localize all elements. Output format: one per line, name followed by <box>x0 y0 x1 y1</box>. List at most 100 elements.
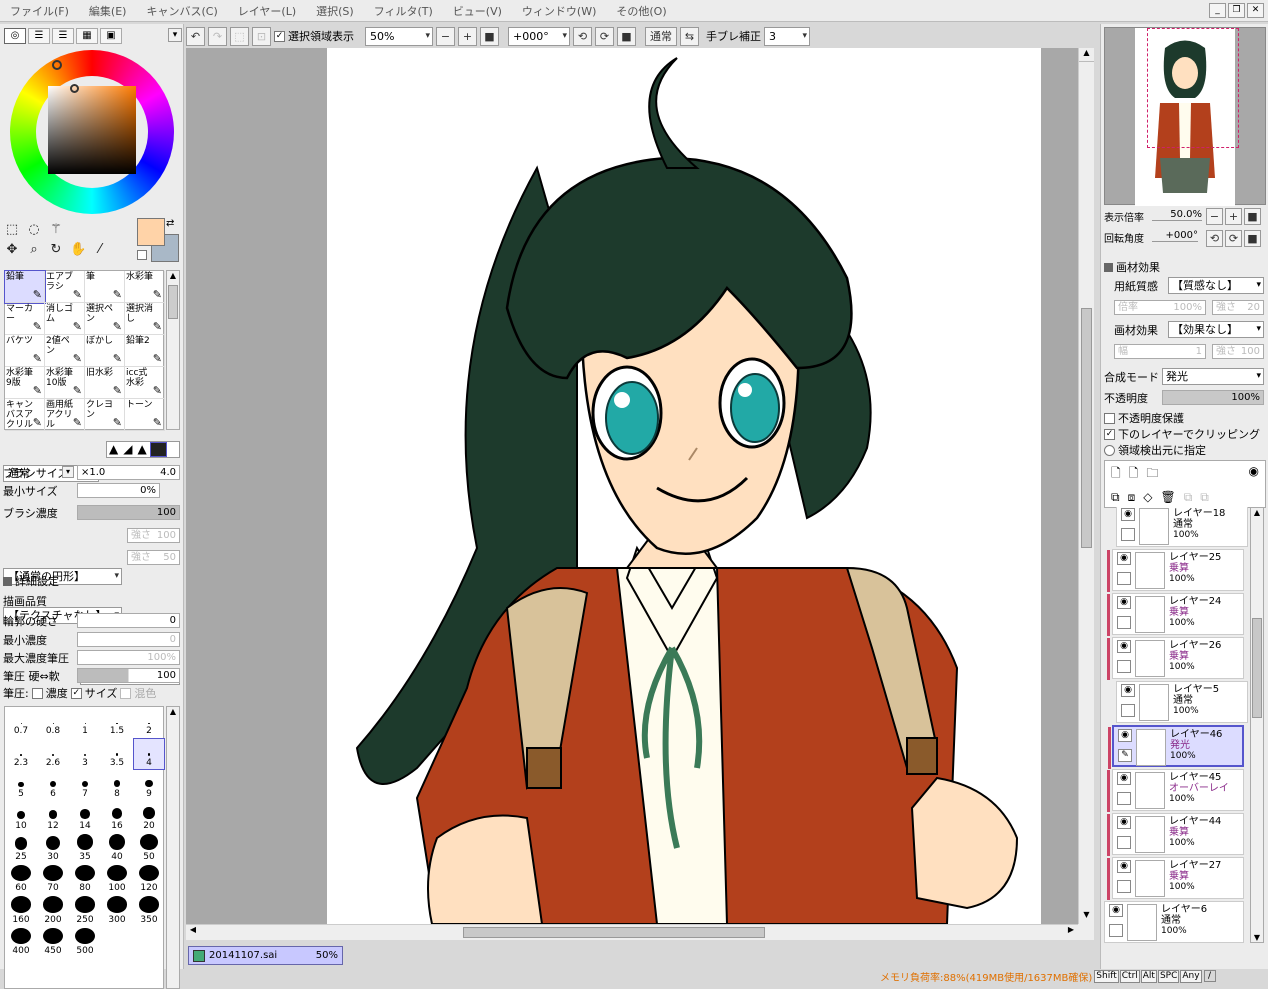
brush-tool-14[interactable]: 旧水彩 ✎ <box>85 367 125 399</box>
size-preset-11[interactable]: 6 <box>37 770 69 801</box>
rotation-select[interactable]: +000° <box>508 26 570 46</box>
menu-item-1[interactable]: 編集(E) <box>79 3 137 19</box>
detection-source-radio[interactable] <box>1104 444 1115 456</box>
new-folder-icon[interactable]: 🗀 <box>1146 464 1158 485</box>
magic-wand-icon[interactable]: ⚚ <box>48 222 64 238</box>
menu-item-7[interactable]: ウィンドウ(W) <box>512 3 606 19</box>
eye-icon[interactable]: ◉ <box>1121 684 1135 697</box>
layer-item[interactable]: ◉ レイヤー25 乗算 100% <box>1107 549 1244 592</box>
swap-colors-icon[interactable]: ⇄ <box>166 218 174 229</box>
canvas-area[interactable] <box>186 48 1078 924</box>
size-preset-35[interactable]: 400 <box>5 927 37 958</box>
nav-rotate-value[interactable]: +000° <box>1152 230 1198 242</box>
brush-tool-8[interactable]: バケツ ✎ <box>5 335 45 367</box>
brush-tool-0[interactable]: 鉛筆 ✎ <box>4 270 46 304</box>
hue-cursor[interactable] <box>52 60 62 70</box>
size-preset-7[interactable]: 3 <box>69 738 101 769</box>
brush-tool-16[interactable]: キャンバスアクリル ✎ <box>5 399 45 431</box>
size-preset-32[interactable]: 250 <box>69 895 101 926</box>
brush-tool-10[interactable]: ぼかし ✎ <box>85 335 125 367</box>
canvas-horizontal-scrollbar[interactable]: ◀ ▶ <box>186 924 1078 940</box>
brush-tool-4[interactable]: マーカー ✎ <box>5 303 45 335</box>
brush-tool-15[interactable]: icc式水彩 ✎ <box>125 367 165 399</box>
color-wheel-tab[interactable]: ◎ <box>4 28 26 44</box>
shape-soft-icon[interactable]: ▲ <box>135 442 148 457</box>
brush-grid-scrollbar[interactable]: ▲ <box>166 270 180 430</box>
minimize-button[interactable]: _ <box>1209 3 1226 18</box>
layer-item[interactable]: ◉ レイヤー5 通常 100% <box>1116 681 1248 723</box>
redo-button[interactable]: ↷ <box>208 26 227 46</box>
zoom-icon[interactable]: ⌕ <box>26 242 42 258</box>
layer-item[interactable]: ◉ レイヤー26 乗算 100% <box>1107 637 1244 680</box>
texture-strength-slider[interactable]: 強さ 50 <box>127 550 180 565</box>
nav-rotate-right-button[interactable]: ⟳ <box>1225 230 1242 247</box>
navigator-viewport[interactable] <box>1147 28 1239 148</box>
size-preset-36[interactable]: 450 <box>37 927 69 958</box>
stabilizer-select[interactable]: 3 <box>764 26 810 46</box>
protect-opacity-checkbox[interactable] <box>1104 412 1115 424</box>
eye-icon[interactable]: ◉ <box>1117 596 1131 609</box>
edge-slider[interactable]: 0 <box>77 613 180 628</box>
detail-header[interactable]: 詳細設定 <box>3 572 59 590</box>
size-preset-5[interactable]: 2.3 <box>5 738 37 769</box>
move-icon[interactable]: ✥ <box>4 242 20 258</box>
material-header[interactable]: 画材効果 <box>1104 259 1160 275</box>
brush-tool-9[interactable]: 2値ペン ✎ <box>45 335 85 367</box>
size-preset-31[interactable]: 200 <box>37 895 69 926</box>
size-preset-22[interactable]: 35 <box>69 833 101 864</box>
brush-size-mult-button[interactable]: ▾ <box>62 466 74 478</box>
menu-item-5[interactable]: フィルタ(T) <box>364 3 443 19</box>
size-preset-10[interactable]: 5 <box>5 770 37 801</box>
shape-flat-icon[interactable]: ■ <box>149 442 168 457</box>
lock-checkbox[interactable] <box>1117 880 1131 893</box>
effect-width-slider[interactable]: 幅 1 <box>1114 344 1206 359</box>
menu-item-4[interactable]: 選択(S) <box>306 3 364 19</box>
saturation-value-box[interactable] <box>48 86 136 174</box>
lock-checkbox[interactable] <box>1109 924 1123 937</box>
file-tab[interactable]: 20141107.sai 50% <box>188 946 343 965</box>
size-preset-34[interactable]: 350 <box>133 895 165 926</box>
layer-item[interactable]: ◉ レイヤー18 通常 100% <box>1116 507 1248 547</box>
lock-checkbox[interactable] <box>1117 572 1131 585</box>
nav-zoom-in-button[interactable]: + <box>1225 208 1242 225</box>
swatch-tab[interactable]: ▦ <box>76 28 98 44</box>
new-layer-icon[interactable]: 🗋 <box>1111 464 1121 485</box>
hsv-slider-tab[interactable]: ☰ <box>52 28 74 44</box>
layer-blend-select[interactable]: 発光 <box>1162 368 1264 385</box>
size-preset-25[interactable]: 60 <box>5 864 37 895</box>
eye-icon[interactable]: ◉ <box>1121 508 1135 521</box>
nav-zoom-out-button[interactable]: − <box>1206 208 1223 225</box>
brush-icon[interactable]: ✎ <box>1118 749 1132 762</box>
clear-layer-icon[interactable]: ◇ <box>1143 490 1152 505</box>
deselect-button[interactable]: ⬚ <box>230 26 249 46</box>
menu-item-3[interactable]: レイヤー(L) <box>228 3 306 19</box>
pressure-density-checkbox[interactable] <box>31 687 43 699</box>
brush-tool-5[interactable]: 消しゴム ✎ <box>45 303 85 335</box>
eye-icon[interactable]: ◉ <box>1117 772 1131 785</box>
brush-size-slider[interactable]: ×1.0 4.0 <box>77 465 180 480</box>
zoom-select[interactable]: 50% <box>365 26 433 46</box>
size-preset-16[interactable]: 12 <box>37 801 69 832</box>
lock-checkbox[interactable] <box>1117 660 1131 673</box>
foreground-color-swatch[interactable] <box>137 218 165 246</box>
brush-tool-19[interactable]: トーン ✎ <box>125 399 165 431</box>
size-preset-3[interactable]: 1.5 <box>101 707 133 738</box>
nav-zoom-value[interactable]: 50.0% <box>1152 209 1202 221</box>
min-size-slider[interactable]: 0% <box>77 483 160 498</box>
size-preset-4[interactable]: 2 <box>133 707 165 738</box>
size-preset-21[interactable]: 30 <box>37 833 69 864</box>
eye-icon[interactable]: ◉ <box>1117 816 1131 829</box>
brush-tool-7[interactable]: 選択消し ✎ <box>125 303 165 335</box>
restore-button[interactable]: ❐ <box>1228 3 1245 18</box>
min-density-slider[interactable]: 0 <box>77 632 180 647</box>
layer-item[interactable]: ◉ ✎ レイヤー46 発光 100% <box>1108 725 1244 769</box>
lock-checkbox[interactable] <box>1117 792 1131 805</box>
size-preset-19[interactable]: 20 <box>133 801 165 832</box>
layer-item[interactable]: ◉ レイヤー45 オーバーレイ 100% <box>1107 769 1244 812</box>
size-preset-20[interactable]: 25 <box>5 833 37 864</box>
menu-item-8[interactable]: その他(O) <box>606 3 676 19</box>
delete-mask-icon[interactable]: ⧉ <box>1200 490 1209 505</box>
size-preset-13[interactable]: 8 <box>101 770 133 801</box>
transparent-color-icon[interactable] <box>137 250 147 260</box>
size-preset-18[interactable]: 16 <box>101 801 133 832</box>
